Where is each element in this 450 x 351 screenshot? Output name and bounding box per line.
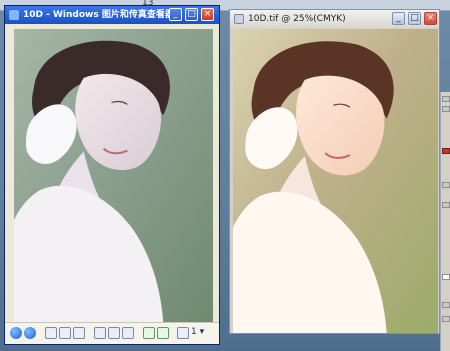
palette-slot[interactable] bbox=[442, 202, 450, 208]
next-image-icon[interactable] bbox=[24, 327, 36, 339]
palette-slot[interactable] bbox=[442, 316, 450, 322]
best-fit-icon[interactable] bbox=[45, 327, 57, 339]
bride-photo bbox=[14, 29, 213, 323]
palette-slot[interactable] bbox=[442, 96, 450, 102]
minimize-button[interactable]: _ bbox=[169, 8, 182, 21]
document-icon bbox=[234, 14, 244, 24]
page-icon[interactable] bbox=[177, 327, 189, 339]
maximize-button[interactable]: □ bbox=[185, 8, 198, 21]
viewer-toolbar: 1 ▾ bbox=[5, 322, 219, 344]
image-editor-window[interactable]: 10D.tif @ 25%(CMYK) _ □ × bbox=[229, 9, 440, 334]
right-side-palette[interactable] bbox=[440, 92, 450, 351]
previous-image-icon[interactable] bbox=[10, 327, 22, 339]
rotate-counterclockwise-icon[interactable] bbox=[157, 327, 169, 339]
select-icon[interactable] bbox=[122, 327, 134, 339]
close-button[interactable]: × bbox=[424, 12, 437, 25]
palette-slot[interactable] bbox=[442, 182, 450, 188]
zoom-out-icon[interactable] bbox=[108, 327, 120, 339]
window-title: 10D - Windows 图片和传真查看器 bbox=[23, 10, 174, 20]
foreground-color-swatch[interactable] bbox=[442, 148, 450, 154]
palette-slot[interactable] bbox=[442, 302, 450, 308]
minimize-button[interactable]: _ bbox=[392, 12, 405, 25]
photo-canvas[interactable] bbox=[233, 29, 438, 333]
bride-photo-cmyk bbox=[233, 29, 438, 333]
windows-picture-fax-viewer-window[interactable]: 10D - Windows 图片和传真查看器 _ □ × 1 ▾ bbox=[4, 5, 220, 345]
rotate-clockwise-icon[interactable] bbox=[143, 327, 155, 339]
actual-size-icon[interactable] bbox=[59, 327, 71, 339]
maximize-button[interactable]: □ bbox=[408, 12, 421, 25]
titlebar[interactable]: 10D - Windows 图片和传真查看器 _ □ × bbox=[5, 6, 219, 24]
titlebar[interactable]: 10D.tif @ 25%(CMYK) _ □ × bbox=[230, 10, 439, 28]
app-icon bbox=[9, 10, 19, 20]
window-title: 10D.tif @ 25%(CMYK) bbox=[248, 14, 346, 24]
zoom-in-icon[interactable] bbox=[94, 327, 106, 339]
page-indicator[interactable]: 1 ▾ bbox=[191, 327, 204, 337]
close-button[interactable]: × bbox=[201, 8, 214, 21]
photo-viewport[interactable] bbox=[14, 29, 213, 323]
palette-slot[interactable] bbox=[442, 106, 450, 112]
palette-slot[interactable] bbox=[442, 274, 450, 280]
slideshow-icon[interactable] bbox=[73, 327, 85, 339]
